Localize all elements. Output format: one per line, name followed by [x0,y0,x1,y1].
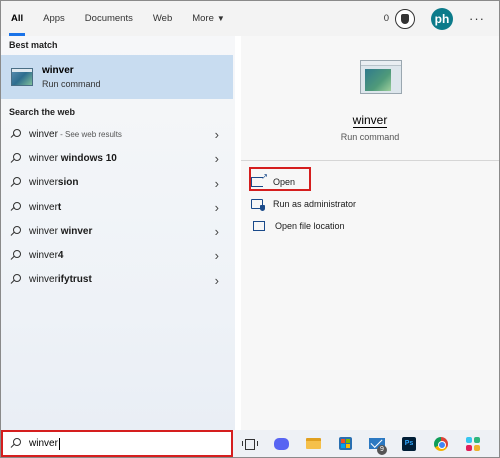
best-match-name: winver [42,65,74,76]
rewards-points: 0 [383,13,389,24]
tab-all-label: All [11,13,24,24]
file-explorer-button[interactable] [297,430,329,457]
chevron-right-icon: › [214,199,219,215]
results-pane: Best match winver Run command Search the… [1,36,235,430]
winver-large-icon [360,60,402,94]
discord-button[interactable] [265,430,297,457]
chevron-right-icon: › [214,224,219,240]
avatar[interactable]: ph [431,7,453,30]
taskbar: 9 Ps [233,430,499,457]
tab-web-label: Web [152,13,173,24]
tab-documents-label: Documents [84,13,133,24]
tab-apps[interactable]: Apps [33,1,75,36]
file-explorer-icon [305,438,321,449]
web-suggestion-item[interactable]: winvert › [1,195,235,219]
chevron-right-icon: › [214,151,219,167]
tabs-right-group: 0 ph ··· [384,1,499,36]
tab-all[interactable]: All [1,1,33,36]
run-as-admin-action[interactable]: Run as administrator [251,193,356,215]
open-action-label: Open [273,177,296,187]
run-as-admin-label: Run as administrator [273,199,357,209]
web-suggestions-list: winver - See web results › winver window… [1,122,235,292]
chevron-right-icon: › [214,248,219,264]
search-query: winver [29,438,58,449]
best-match-heading: Best match [9,40,58,50]
photoshop-button[interactable]: Ps [393,430,425,457]
tab-more-label: More [192,13,214,24]
best-match-type: Run command [42,79,101,89]
task-view-button[interactable] [233,430,265,457]
slack-icon [466,436,480,451]
search-icon [10,177,21,188]
search-icon [10,128,21,140]
web-suggestion-item[interactable]: winver - See web results › [1,122,235,146]
chevron-right-icon: › [214,127,219,142]
chevron-right-icon: › [214,272,219,288]
search-icon [10,201,21,213]
search-icon [10,152,21,164]
winver-app-icon [11,68,33,86]
tab-documents[interactable]: Documents [75,1,143,36]
discord-icon [273,437,289,450]
text-cursor [58,437,60,450]
open-action[interactable]: Open [251,171,356,193]
file-location-icon [253,221,265,231]
open-file-location-action[interactable]: Open file location [251,215,356,237]
rewards-trophy-icon[interactable] [395,8,415,29]
search-icon [10,225,21,237]
microsoft-store-icon [338,437,352,450]
filter-tabs: All Apps Documents Web More ▼ 0 ph ··· [1,1,499,36]
detail-name[interactable]: winver [241,113,499,128]
tab-web[interactable]: Web [143,1,182,36]
photoshop-icon: Ps [402,436,416,451]
mail-button[interactable]: 9 [361,430,393,457]
slack-button[interactable] [457,430,489,457]
chevron-right-icon: › [214,175,219,191]
search-icon [10,438,21,449]
detail-pane: winver Run command Open Run as administr… [241,36,499,430]
detail-divider [241,160,499,161]
search-input[interactable]: winver [1,430,233,457]
search-web-heading: Search the web [9,107,76,117]
web-suggestion-item[interactable]: winver4 › [1,243,235,267]
chrome-button[interactable] [425,430,457,457]
web-suggestion-item[interactable]: winverifytrust › [1,268,235,292]
open-file-location-label: Open file location [275,221,345,231]
search-icon [10,250,21,261]
microsoft-store-button[interactable] [329,430,361,457]
detail-actions: Open Run as administrator Open file loca… [251,171,356,237]
admin-shield-icon [251,199,265,211]
chevron-down-icon: ▼ [216,14,225,23]
search-icon [10,274,21,285]
tab-more[interactable]: More ▼ [182,1,235,36]
web-suggestion-item[interactable]: winver windows 10 › [1,146,235,170]
more-options-icon[interactable]: ··· [469,11,485,26]
web-suggestion-item[interactable]: winver winver › [1,219,235,243]
open-icon [251,172,268,187]
detail-type: Run command [340,132,400,142]
web-suggestion-item[interactable]: winversion › [1,171,235,195]
tab-apps-label: Apps [43,13,65,24]
mail-badge: 9 [377,445,387,455]
best-match-item[interactable]: winver Run command [1,55,233,99]
chrome-icon [434,436,448,451]
task-view-icon [242,438,258,450]
